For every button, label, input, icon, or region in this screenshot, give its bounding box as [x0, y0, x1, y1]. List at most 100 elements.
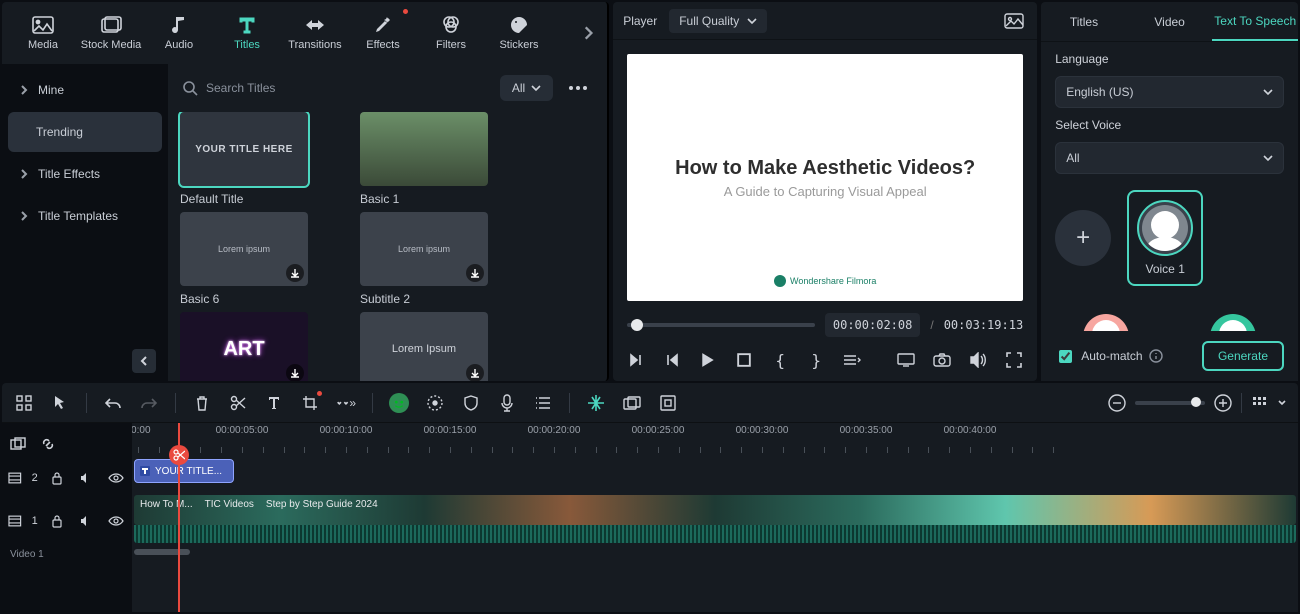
sidebar-item-trending[interactable]: Trending — [8, 112, 162, 152]
scrub-knob[interactable] — [631, 319, 643, 331]
mark-in-button[interactable]: { — [771, 351, 789, 369]
mic-button[interactable] — [497, 393, 517, 413]
sidebar-item-title-templates[interactable]: Title Templates — [8, 196, 162, 236]
group-button[interactable] — [622, 393, 642, 413]
tab-prop-video[interactable]: Video — [1127, 2, 1213, 41]
delete-button[interactable] — [192, 393, 212, 413]
tab-audio[interactable]: Audio — [146, 3, 212, 63]
asset-item[interactable]: Lorem ipsum Subtitle 2 — [360, 212, 508, 306]
search-input[interactable]: Search Titles — [182, 80, 490, 96]
redo-button[interactable] — [139, 393, 159, 413]
timecode-current[interactable]: 00:00:02:08 — [825, 313, 920, 337]
ai-button[interactable] — [389, 393, 409, 413]
voice-card-selected[interactable]: Voice 1 — [1127, 190, 1203, 286]
fullscreen-button[interactable] — [1005, 351, 1023, 369]
voice-filter-select[interactable]: All — [1055, 142, 1284, 174]
asset-item[interactable]: Lorem ipsum Basic 6 — [180, 212, 328, 306]
tab-stickers[interactable]: Stickers — [486, 3, 552, 63]
undo-button[interactable] — [103, 393, 123, 413]
play-button[interactable] — [699, 351, 717, 369]
split-button[interactable] — [228, 393, 248, 413]
more-options-button[interactable] — [563, 73, 593, 103]
layout-icon[interactable] — [14, 393, 34, 413]
display-button[interactable] — [897, 351, 915, 369]
tab-filters[interactable]: Filters — [418, 3, 484, 63]
video-clip[interactable]: How To M... TIC Videos Step by Step Guid… — [134, 495, 1296, 525]
sidebar-collapse-button[interactable] — [132, 349, 156, 373]
language-select[interactable]: English (US) — [1055, 76, 1284, 108]
track-header[interactable]: 1 — [8, 497, 126, 545]
generate-button[interactable]: Generate — [1202, 341, 1284, 371]
link-icon[interactable] — [38, 434, 58, 454]
zoom-out-button[interactable] — [1107, 393, 1127, 413]
filter-select[interactable]: All — [500, 75, 553, 101]
mark-out-button[interactable]: } — [807, 351, 825, 369]
download-icon[interactable] — [286, 264, 304, 282]
text-tool-button[interactable] — [264, 393, 284, 413]
crop-button[interactable] — [300, 393, 320, 413]
lock-icon[interactable] — [48, 468, 67, 488]
lock-icon[interactable] — [48, 511, 67, 531]
zoom-in-button[interactable] — [1213, 393, 1233, 413]
automatch-input[interactable] — [1059, 350, 1072, 363]
keyframe-button[interactable] — [658, 393, 678, 413]
overlap-icon[interactable] — [8, 434, 28, 454]
tab-titles[interactable]: Titles — [214, 3, 280, 63]
download-icon[interactable] — [466, 264, 484, 282]
scrub-track[interactable] — [627, 323, 815, 327]
next-frame-button[interactable] — [663, 351, 681, 369]
asset-item[interactable]: YOUR TITLE HERE Default Title — [180, 112, 328, 206]
chevron-down-icon — [747, 17, 757, 25]
marker-button[interactable] — [586, 393, 606, 413]
speed-button[interactable] — [425, 393, 445, 413]
pointer-icon[interactable] — [50, 393, 70, 413]
zoom-knob[interactable] — [1191, 397, 1201, 407]
mute-icon[interactable] — [77, 468, 96, 488]
sidebar-item-mine[interactable]: Mine — [8, 70, 162, 110]
playback-options-button[interactable] — [843, 351, 861, 369]
player-label: Player — [623, 14, 657, 28]
list-button[interactable] — [533, 393, 553, 413]
shield-button[interactable] — [461, 393, 481, 413]
sidebar-item-title-effects[interactable]: Title Effects — [8, 154, 162, 194]
asset-item[interactable]: Lorem Ipsum — [360, 312, 508, 381]
eye-icon[interactable] — [107, 468, 126, 488]
download-icon[interactable] — [286, 364, 304, 381]
mute-icon[interactable] — [77, 511, 96, 531]
volume-button[interactable] — [969, 351, 987, 369]
chevron-down-icon[interactable] — [1278, 398, 1286, 408]
track-lane-titles[interactable]: YOUR TITLE... — [132, 459, 1298, 489]
tab-prop-tts[interactable]: Text To Speech — [1212, 2, 1298, 41]
plus-icon: + — [1055, 210, 1111, 266]
tab-transitions[interactable]: Transitions — [282, 3, 348, 63]
tabs-overflow-icon[interactable] — [577, 22, 599, 44]
scrollbar-thumb[interactable] — [134, 549, 190, 555]
zoom-slider[interactable] — [1135, 401, 1205, 405]
asset-item[interactable]: ART — [180, 312, 328, 381]
tab-media[interactable]: Media — [10, 3, 76, 63]
tab-prop-titles[interactable]: Titles — [1041, 2, 1127, 41]
prev-frame-button[interactable] — [627, 351, 645, 369]
track-lane-video[interactable]: How To M... TIC Videos Step by Step Guid… — [132, 495, 1298, 547]
add-voice-button[interactable]: + — [1055, 210, 1111, 266]
eye-icon[interactable] — [107, 511, 126, 531]
playhead[interactable] — [178, 423, 180, 612]
track-header[interactable]: 2 — [8, 463, 126, 493]
tab-stock-media[interactable]: Stock Media — [78, 3, 144, 63]
camera-button[interactable] — [933, 351, 951, 369]
more-tools-button[interactable]: » — [336, 393, 356, 413]
download-icon[interactable] — [466, 364, 484, 381]
stop-button[interactable] — [735, 351, 753, 369]
automatch-checkbox[interactable]: Auto-match — [1055, 347, 1162, 366]
quality-select[interactable]: Full Quality — [669, 9, 767, 33]
tab-effects[interactable]: Effects — [350, 3, 416, 63]
snapshot-button[interactable] — [1001, 10, 1027, 32]
view-mode-button[interactable] — [1250, 393, 1270, 413]
timeline-h-scrollbar[interactable] — [132, 547, 1298, 557]
timeline[interactable]: 00:0000:00:05:0000:00:10:0000:00:15:0000… — [132, 423, 1298, 612]
info-icon[interactable] — [1149, 349, 1163, 363]
preview-viewport[interactable]: How to Make Aesthetic Videos? A Guide to… — [627, 54, 1023, 301]
asset-item[interactable]: Basic 1 — [360, 112, 508, 206]
timeline-ruler[interactable]: 00:0000:00:05:0000:00:10:0000:00:15:0000… — [132, 423, 1298, 453]
playhead-scissors-icon[interactable] — [169, 445, 189, 465]
